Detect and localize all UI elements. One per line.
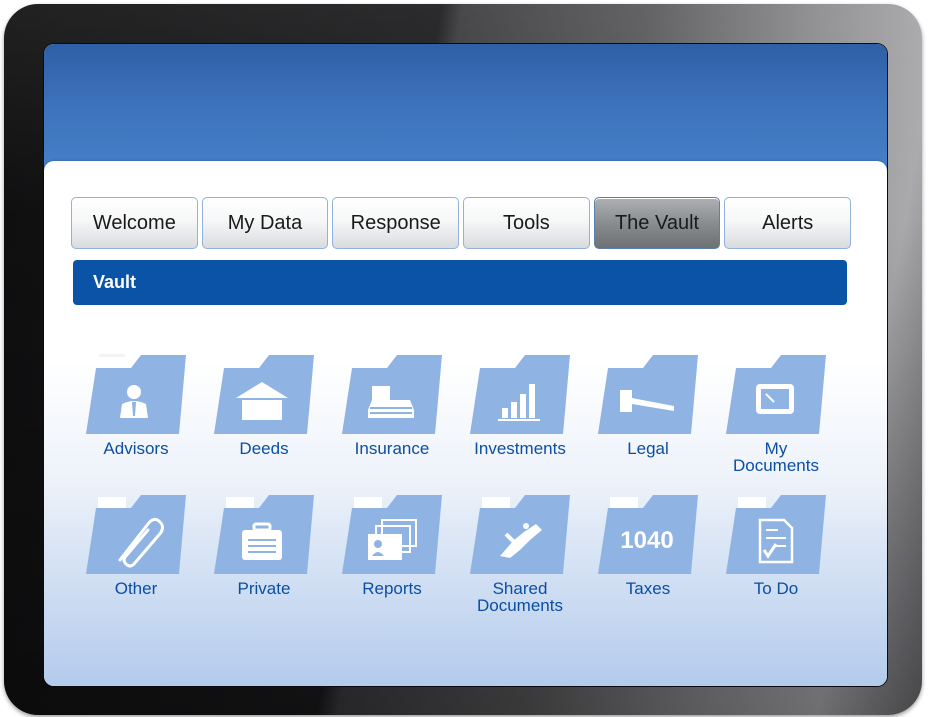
content-panel: Welcome My Data Response Tools The Vault…: [44, 161, 887, 686]
tab-the-vault[interactable]: The Vault: [593, 197, 721, 249]
briefcase-icon: [214, 495, 314, 574]
id-cards-icon: [342, 495, 442, 574]
folder-reports[interactable]: Reports: [337, 494, 447, 614]
folder-label: Insurance: [354, 439, 430, 458]
folder-insurance[interactable]: Insurance: [337, 354, 447, 474]
folder-label: Deeds: [239, 439, 289, 458]
tab-tools[interactable]: Tools: [463, 197, 590, 249]
tab-alerts[interactable]: Alerts: [724, 197, 852, 249]
bar-chart-icon: [470, 355, 570, 434]
folder-label: To Do: [753, 579, 799, 598]
car-icon: [342, 355, 442, 434]
folder-label: Investments: [474, 439, 566, 458]
gavel-icon: [598, 355, 698, 434]
checklist-icon: [726, 495, 826, 574]
section-title: Vault: [93, 272, 137, 292]
house-icon: [214, 355, 314, 434]
folder-private[interactable]: Private: [209, 494, 319, 614]
tab-welcome[interactable]: Welcome: [71, 197, 198, 249]
1040-form-icon: 1040: [598, 495, 698, 574]
folder-label: Legal: [627, 439, 669, 458]
monitor-icon: [726, 355, 826, 434]
folder-label: Taxes: [625, 579, 671, 598]
screen: Welcome My Data Response Tools The Vault…: [44, 44, 887, 686]
folder-investments[interactable]: Investments: [465, 354, 575, 474]
handshake-icon: [470, 495, 570, 574]
folder-label: Advisors: [103, 439, 169, 458]
folder-label: Other: [114, 579, 158, 598]
folder-label: Reports: [362, 579, 422, 598]
tablet-frame: Welcome My Data Response Tools The Vault…: [4, 4, 922, 715]
folder-label: My Documents: [733, 439, 819, 475]
paperclip-icon: [86, 495, 186, 574]
folder-deeds[interactable]: Deeds: [209, 354, 319, 474]
folder-to-do[interactable]: To Do: [721, 494, 831, 614]
folder-label: Private: [237, 579, 291, 598]
tab-my-data[interactable]: My Data: [201, 197, 329, 249]
folder-label: Shared Documents: [477, 579, 563, 615]
folder-legal[interactable]: Legal: [593, 354, 703, 474]
folder-shared-documents[interactable]: Shared Documents: [465, 494, 575, 614]
person-tie-icon: [86, 354, 186, 434]
folder-other[interactable]: Other: [81, 494, 191, 614]
section-title-bar: Vault: [73, 260, 847, 305]
folder-my-documents[interactable]: My Documents: [721, 354, 831, 474]
tab-bar: Welcome My Data Response Tools The Vault…: [71, 197, 852, 249]
svg-text:1040: 1040: [620, 527, 673, 554]
folder-taxes[interactable]: 1040 Taxes: [593, 494, 703, 614]
folder-advisors[interactable]: Advisors: [81, 354, 191, 474]
tab-response[interactable]: Response: [332, 197, 460, 249]
